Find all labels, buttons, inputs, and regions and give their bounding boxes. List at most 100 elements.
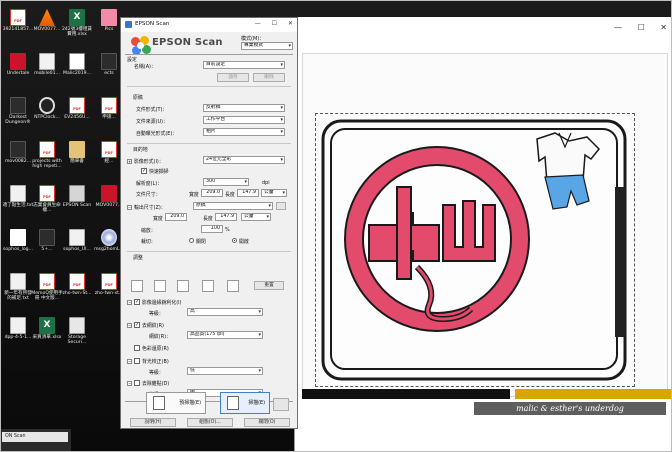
desktop-icon-ntp[interactable]: NTPClock...: [31, 97, 63, 120]
image-type-select[interactable]: 24位元全彩: [203, 156, 285, 164]
desktop-icon-label: MemoQ使用手冊 中文版...: [31, 291, 63, 302]
file-icon: [10, 317, 26, 334]
preview-button-label: 預掃描(E): [179, 400, 201, 406]
descreen-checkbox[interactable]: ✓: [134, 322, 140, 328]
backlight-checkbox[interactable]: [134, 358, 140, 364]
expand-icon[interactable]: −: [127, 359, 132, 364]
desktop-icon-label: MOV0077...: [33, 27, 61, 32]
desktop-icon-epson-scan[interactable]: EPSON Scan: [61, 185, 93, 208]
disc-icon: [101, 229, 117, 246]
dust-checkbox[interactable]: [134, 380, 140, 386]
maximize-icon[interactable]: ☐: [272, 20, 277, 27]
desktop-icon-label: EV2456U...: [64, 115, 90, 120]
desktop-icon-pdf-1[interactable]: 392141857...: [2, 9, 34, 32]
minimize-icon[interactable]: —: [255, 20, 261, 27]
taskbar-item-epson-scan[interactable]: ON Scan: [2, 432, 68, 442]
output-size-edit-button[interactable]: [276, 202, 286, 210]
scan-marquee[interactable]: [315, 113, 635, 387]
expand-icon[interactable]: +: [127, 159, 132, 164]
fast-preview-checkbox[interactable]: ✓: [141, 168, 147, 174]
desktop-icon-mov2[interactable]: mov0082...: [2, 141, 34, 164]
image-adjust-icon[interactable]: [202, 280, 214, 292]
desktop-icon-yinian[interactable]: 新一年有所發的補足.txt: [2, 273, 34, 302]
tone-curve-icon[interactable]: [177, 280, 189, 292]
reset-button[interactable]: 重置: [254, 281, 284, 290]
auto-exposure-select[interactable]: 相片: [203, 128, 285, 136]
preview-window-controls: — ☐ ✕: [601, 23, 667, 32]
minimize-icon[interactable]: —: [614, 23, 622, 32]
desktop-icon-label: NTPClock...: [34, 115, 60, 120]
desktop-icon-actions[interactable]: Malic2019...: [61, 53, 93, 76]
doc-type-select[interactable]: 反射稿: [203, 104, 285, 112]
width-field[interactable]: 209.0: [201, 189, 223, 197]
resolution-select[interactable]: 300: [203, 178, 249, 186]
desktop-icon-mobile[interactable]: mobile01...: [31, 53, 63, 76]
maximize-icon[interactable]: ☐: [638, 23, 645, 32]
desktop-icon-projects[interactable]: projects with high repeti...: [31, 141, 63, 170]
desktop-icon-shiyu[interactable]: 適了點生活.txt: [2, 185, 34, 208]
unsharp-level-select[interactable]: 高: [187, 308, 263, 316]
config-button[interactable]: 組態(O)...: [187, 418, 233, 427]
desktop-icon-caimai[interactable]: 采買清單.xlsx: [31, 317, 63, 340]
file-icon: [10, 185, 26, 202]
scan-icon: [227, 396, 239, 410]
output-size-label: 輸出尺寸(Z)：: [134, 205, 166, 211]
yellow-strip: [515, 389, 671, 399]
taskbar: ON Scan: [1, 429, 71, 451]
out-unit-select[interactable]: 公釐: [241, 213, 271, 221]
height-field[interactable]: 147.9: [237, 189, 259, 197]
histogram-icon[interactable]: [154, 280, 166, 292]
out-height-field[interactable]: 147.9: [215, 213, 237, 221]
doc-source-select[interactable]: 工作平台: [203, 116, 285, 124]
desktop-icon-memo[interactable]: MemoQ使用手冊 中文版...: [31, 273, 63, 302]
desktop-icon-ev[interactable]: EV2456U...: [61, 97, 93, 120]
preview-window: — ☐ ✕: [294, 17, 671, 451]
desktop-icon-label: 新一年有所發的補足.txt: [4, 291, 32, 302]
auto-exposure-icon[interactable]: [131, 280, 143, 292]
desktop-icon-sophos-ui[interactable]: sophos_UI...: [61, 229, 93, 252]
expand-icon[interactable]: −: [127, 300, 132, 305]
trim-off-radio[interactable]: [189, 238, 194, 243]
desktop-icon-xlsx-1[interactable]: 242號3樓租賃費用.xlsx: [61, 9, 93, 38]
file-save-settings-icon[interactable]: [273, 398, 289, 411]
color-palette-icon[interactable]: [227, 280, 239, 292]
bw-icon: [10, 229, 26, 246]
output-size-select[interactable]: 原稿: [193, 202, 273, 210]
expand-icon[interactable]: −: [127, 205, 132, 210]
actions-icon: [69, 53, 85, 70]
mode-select[interactable]: 專業模式: [241, 42, 293, 50]
desktop-icon-sophos-logo[interactable]: sophos_log...: [2, 229, 34, 252]
desktop-icon-zho1[interactable]: zho-twn-St...: [61, 273, 93, 296]
desktop-icon-s5[interactable]: 5+...: [31, 229, 63, 252]
desktop-icon-darkest[interactable]: Darkest Dungeon®: [2, 97, 34, 126]
desktop-icon-label: dpp-4-5-1...: [4, 335, 32, 340]
name-select[interactable]: 目前設定: [203, 61, 285, 69]
expand-icon[interactable]: −: [127, 381, 132, 386]
unit-select[interactable]: 公釐: [261, 189, 287, 197]
preview-button[interactable]: 預掃描(E): [146, 392, 206, 414]
unsharp-checkbox[interactable]: ✓: [134, 299, 140, 305]
desktop-icon-book[interactable]: 簡單書: [61, 141, 93, 164]
close-button[interactable]: 關閉(O): [244, 418, 290, 427]
desktop-icon-undertale[interactable]: Undertale: [2, 53, 34, 76]
expand-icon[interactable]: −: [127, 323, 132, 328]
save-button[interactable]: 儲存: [217, 73, 249, 82]
backlight-level-select[interactable]: 低: [187, 367, 263, 375]
color-restore-checkbox[interactable]: [134, 345, 140, 351]
delete-button[interactable]: 刪除: [253, 73, 285, 82]
desktop-icon-zhiye[interactable]: 志業會員生命權...: [31, 185, 63, 214]
out-width-field[interactable]: 209.0: [165, 213, 187, 221]
desktop-icon-vlc[interactable]: MOV0077...: [31, 9, 63, 32]
resolution-unit: dpi: [262, 180, 270, 186]
scan-button[interactable]: 掃描(E): [220, 392, 270, 414]
help-button[interactable]: 說明(H): [130, 418, 176, 427]
screen-select[interactable]: 高品質(175 lpi): [187, 331, 263, 339]
rule: [127, 143, 291, 144]
close-icon[interactable]: ✕: [660, 23, 667, 32]
dark-icon: [101, 53, 117, 70]
desktop-icon-dpp[interactable]: dpp-4-5-1...: [2, 317, 34, 340]
close-icon[interactable]: ✕: [288, 20, 293, 27]
trim-on-radio[interactable]: [232, 238, 237, 243]
scale-field[interactable]: 100: [201, 225, 223, 233]
desktop-icon-storage[interactable]: Storage Securi...: [61, 317, 93, 346]
